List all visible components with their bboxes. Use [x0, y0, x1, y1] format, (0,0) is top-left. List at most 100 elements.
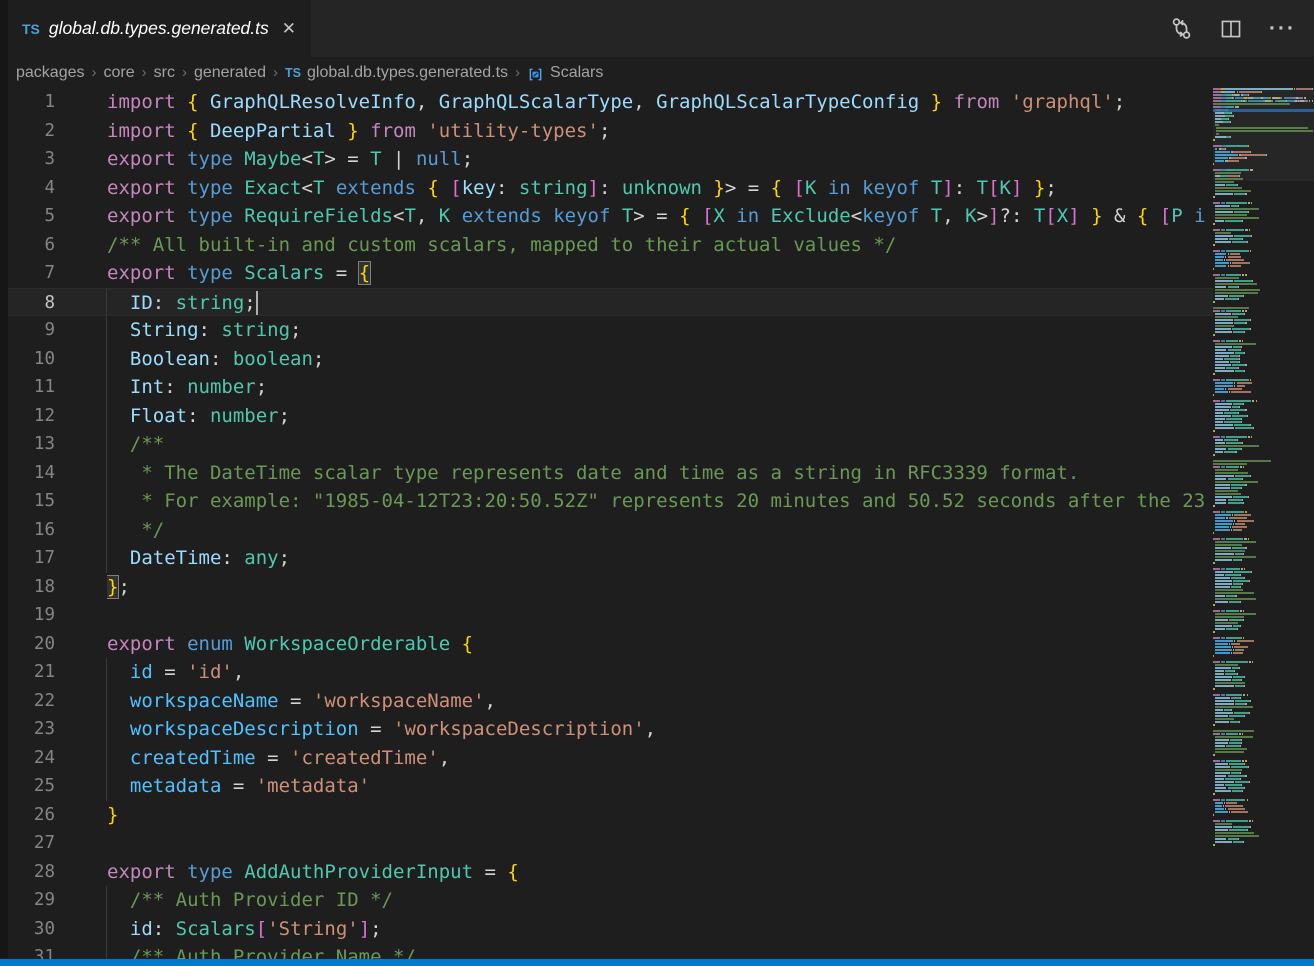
code-text: export type Maybe<T> = T | null;	[107, 145, 1205, 174]
code-text: DateTime: any;	[107, 544, 1205, 573]
indent-guide	[106, 487, 107, 516]
indent-guide	[106, 430, 107, 459]
indent-guide	[106, 459, 107, 488]
line-number: 4	[8, 174, 107, 203]
line-number: 5	[8, 202, 107, 231]
code-line[interactable]: 11 Int: number;	[8, 373, 1314, 402]
code-line[interactable]: 15 * For example: "1985-04-12T23:20:50.5…	[8, 487, 1314, 516]
code-text: metadata = 'metadata'	[107, 772, 1205, 801]
code-line[interactable]: 26}	[8, 801, 1314, 830]
line-number: 18	[8, 573, 107, 602]
code-line[interactable]: 2import { DeepPartial } from 'utility-ty…	[8, 117, 1314, 146]
code-line[interactable]: 7export type Scalars = {	[8, 259, 1314, 288]
code-line[interactable]: 24 createdTime = 'createdTime',	[8, 744, 1314, 773]
code-line[interactable]: 18};	[8, 573, 1314, 602]
code-text: export type Exact<T extends { [key: stri…	[107, 174, 1205, 203]
line-number: 9	[8, 316, 107, 345]
split-editor-icon[interactable]	[1220, 18, 1242, 40]
code-line[interactable]: 3export type Maybe<T> = T | null;	[8, 145, 1314, 174]
tab-title: global.db.types.generated.ts	[49, 18, 269, 39]
code-line[interactable]: 6/** All built-in and custom scalars, ma…	[8, 231, 1314, 260]
indent-guide	[106, 402, 107, 431]
code-line[interactable]: 5export type RequireFields<T, K extends …	[8, 202, 1314, 231]
line-number: 29	[8, 886, 107, 915]
breadcrumb-file[interactable]: global.db.types.generated.ts	[307, 64, 508, 82]
indent-guide	[106, 886, 107, 915]
code-text: String: string;	[107, 316, 1205, 345]
chevron-right-icon: ›	[182, 64, 187, 81]
line-number: 17	[8, 544, 107, 573]
code-line[interactable]: 22 workspaceName = 'workspaceName',	[8, 687, 1314, 716]
line-number: 15	[8, 487, 107, 516]
code-line[interactable]: 8 ID: string;	[8, 288, 1314, 317]
code-text: /** Auth Provider Name */	[107, 943, 1205, 959]
breadcrumb-item[interactable]: packages	[16, 64, 85, 82]
code-line[interactable]: 23 workspaceDescription = 'workspaceDesc…	[8, 715, 1314, 744]
breadcrumb-symbol[interactable]: Scalars	[550, 64, 603, 82]
line-number: 22	[8, 687, 107, 716]
code-text: Int: number;	[107, 373, 1205, 402]
indent-guide	[106, 289, 107, 316]
breadcrumb-item[interactable]: core	[104, 64, 135, 82]
line-number: 28	[8, 858, 107, 887]
code-line[interactable]: 19	[8, 601, 1314, 630]
code-text: createdTime = 'createdTime',	[107, 744, 1205, 773]
indent-guide	[106, 772, 107, 801]
line-number: 6	[8, 231, 107, 260]
compare-changes-icon[interactable]	[1170, 17, 1193, 40]
code-editor[interactable]: 1import { GraphQLResolveInfo, GraphQLSca…	[8, 88, 1314, 959]
close-icon[interactable]: ✕	[282, 20, 296, 37]
line-number: 20	[8, 630, 107, 659]
indent-guide	[106, 544, 107, 573]
breadcrumb: packages›core›src›generated›TSglobal.db.…	[8, 57, 1314, 88]
minimap[interactable]	[1213, 88, 1314, 959]
line-number: 3	[8, 145, 107, 174]
minimap-active-line	[1213, 109, 1314, 112]
code-text: import { DeepPartial } from 'utility-typ…	[107, 117, 1205, 146]
chevron-right-icon: ›	[515, 64, 520, 81]
line-number: 23	[8, 715, 107, 744]
code-line[interactable]: 4export type Exact<T extends { [key: str…	[8, 174, 1314, 203]
line-number: 19	[8, 601, 107, 630]
symbol-type-icon	[527, 66, 544, 83]
code-line[interactable]: 20export enum WorkspaceOrderable {	[8, 630, 1314, 659]
code-text: */	[107, 516, 1205, 545]
breadcrumb-item[interactable]: generated	[194, 64, 266, 82]
code-text: workspaceName = 'workspaceName',	[107, 687, 1205, 716]
line-number: 30	[8, 915, 107, 944]
code-line[interactable]: 28export type AddAuthProviderInput = {	[8, 858, 1314, 887]
indent-guide	[106, 373, 107, 402]
line-number: 7	[8, 259, 107, 288]
code-line[interactable]: 31 /** Auth Provider Name */	[8, 943, 1314, 959]
more-actions-icon[interactable]: ···	[1269, 24, 1296, 34]
indent-guide	[106, 687, 107, 716]
code-text: /** All built-in and custom scalars, map…	[107, 231, 1205, 260]
code-line[interactable]: 25 metadata = 'metadata'	[8, 772, 1314, 801]
line-number: 25	[8, 772, 107, 801]
code-line[interactable]: 16 */	[8, 516, 1314, 545]
code-line[interactable]: 17 DateTime: any;	[8, 544, 1314, 573]
tab-active-file[interactable]: TS global.db.types.generated.ts ✕	[8, 0, 311, 57]
code-line[interactable]: 14 * The DateTime scalar type represents…	[8, 459, 1314, 488]
code-line[interactable]: 1import { GraphQLResolveInfo, GraphQLSca…	[8, 88, 1314, 117]
code-line[interactable]: 27	[8, 829, 1314, 858]
code-line[interactable]: 10 Boolean: boolean;	[8, 345, 1314, 374]
code-line[interactable]: 30 id: Scalars['String'];	[8, 915, 1314, 944]
code-line[interactable]: 9 String: string;	[8, 316, 1314, 345]
code-line[interactable]: 12 Float: number;	[8, 402, 1314, 431]
indent-guide	[106, 345, 107, 374]
line-number: 1	[8, 88, 107, 117]
code-line[interactable]: 29 /** Auth Provider ID */	[8, 886, 1314, 915]
code-line[interactable]: 13 /**	[8, 430, 1314, 459]
tab-bar: TS global.db.types.generated.ts ✕ ···	[8, 0, 1314, 57]
breadcrumb-item[interactable]: src	[154, 64, 175, 82]
line-number: 2	[8, 117, 107, 146]
line-number: 27	[8, 829, 107, 858]
code-text	[107, 829, 1205, 858]
code-text: }	[107, 801, 1205, 830]
line-number: 14	[8, 459, 107, 488]
code-text: export type Scalars = {	[107, 259, 1205, 288]
indent-guide	[106, 715, 107, 744]
line-number: 12	[8, 402, 107, 431]
code-line[interactable]: 21 id = 'id',	[8, 658, 1314, 687]
